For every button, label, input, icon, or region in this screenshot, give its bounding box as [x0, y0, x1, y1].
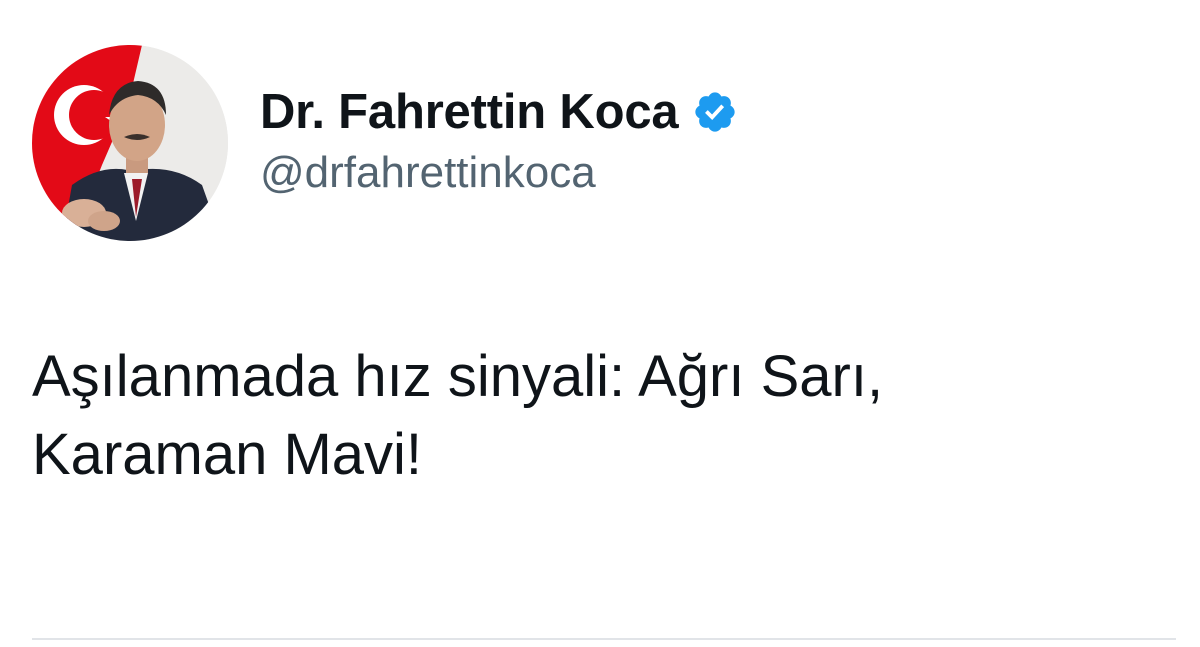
- author-display-name[interactable]: Dr. Fahrettin Koca: [260, 84, 679, 140]
- divider: [32, 638, 1176, 640]
- tweet-text-line: Karaman Mavi!: [32, 422, 423, 487]
- tweet-text-line: Aşılanmada hız sinyali: Ağrı Sarı,: [32, 344, 884, 409]
- verified-badge-icon: [695, 92, 736, 132]
- avatar[interactable]: [32, 45, 228, 241]
- author-identity: Dr. Fahrettin Koca @drfahrettinkoca: [260, 82, 738, 198]
- author-handle[interactable]: @drfahrettinkoca: [260, 148, 738, 198]
- avatar-image: [32, 45, 228, 241]
- tweet-card: Dr. Fahrettin Koca @drfahrettinkoca Aşıl…: [0, 0, 1200, 647]
- tweet-text: Aşılanmada hız sinyali: Ağrı Sarı, Karam…: [32, 338, 1182, 494]
- name-row: Dr. Fahrettin Koca: [260, 82, 738, 142]
